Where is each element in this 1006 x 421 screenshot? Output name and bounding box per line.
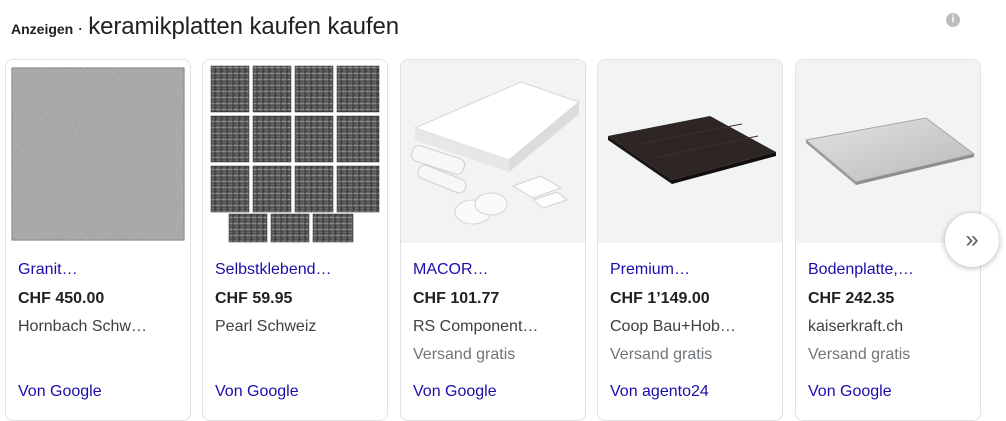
dark-panel-image[interactable] [598,60,782,243]
product-source-link[interactable]: Von Google [18,383,102,401]
product-title[interactable]: Premium… [610,261,774,279]
carousel-next-button[interactable]: » [945,213,999,267]
product-price: CHF 59.95 [215,290,293,307]
product-shipping: Versand gratis [610,346,713,363]
product-merchant: kaiserkraft.ch [808,318,904,335]
product-merchant: Pearl Schweiz [215,318,317,335]
product-price: CHF 101.77 [413,290,500,307]
ads-label: Anzeigen [11,21,74,37]
product-shipping: Versand gratis [413,346,516,363]
product-shipping: Versand gratis [808,346,911,363]
product-title[interactable]: MACOR… [413,261,577,279]
product-source-link[interactable]: Von Google [808,383,892,401]
product-price: CHF 1’149.00 [610,290,710,307]
product-card[interactable]: Selbstklebend… CHF 59.95 Pearl Schweiz V… [202,59,388,421]
search-query-title: keramikplatten kaufen kaufen [88,13,399,40]
info-icon[interactable]: i [946,13,960,27]
product-title[interactable]: Bodenplatte,… [808,261,972,279]
double-chevron-right-icon: » [965,226,979,253]
product-card[interactable]: Premium… CHF 1’149.00 Coop Bau+Hob… Vers… [597,59,783,421]
product-title[interactable]: Granit… [18,261,182,279]
granite-tile-image[interactable] [6,60,190,243]
product-price: CHF 450.00 [18,290,105,307]
product-source-link[interactable]: Von Google [413,383,497,401]
product-card[interactable]: MACOR… CHF 101.77 RS Component… Versand … [400,59,586,421]
product-title[interactable]: Selbstklebend… [215,261,379,279]
product-source-link[interactable]: Von Google [215,383,299,401]
product-card[interactable]: Granit… CHF 450.00 Hornbach Schw… Von Go… [5,59,191,421]
product-merchant: RS Component… [413,318,539,335]
header-separator: · [77,18,84,38]
mosaic-tiles-image[interactable] [203,60,387,243]
ads-header: Anzeigen · keramikplatten kaufen kaufen [11,13,399,47]
floor-plate-image[interactable] [796,60,980,243]
product-merchant: Coop Bau+Hob… [610,318,736,335]
macor-ceramic-image[interactable] [401,60,585,243]
product-price: CHF 242.35 [808,290,895,307]
product-merchant: Hornbach Schw… [18,318,147,335]
product-source-link[interactable]: Von agento24 [610,383,709,401]
